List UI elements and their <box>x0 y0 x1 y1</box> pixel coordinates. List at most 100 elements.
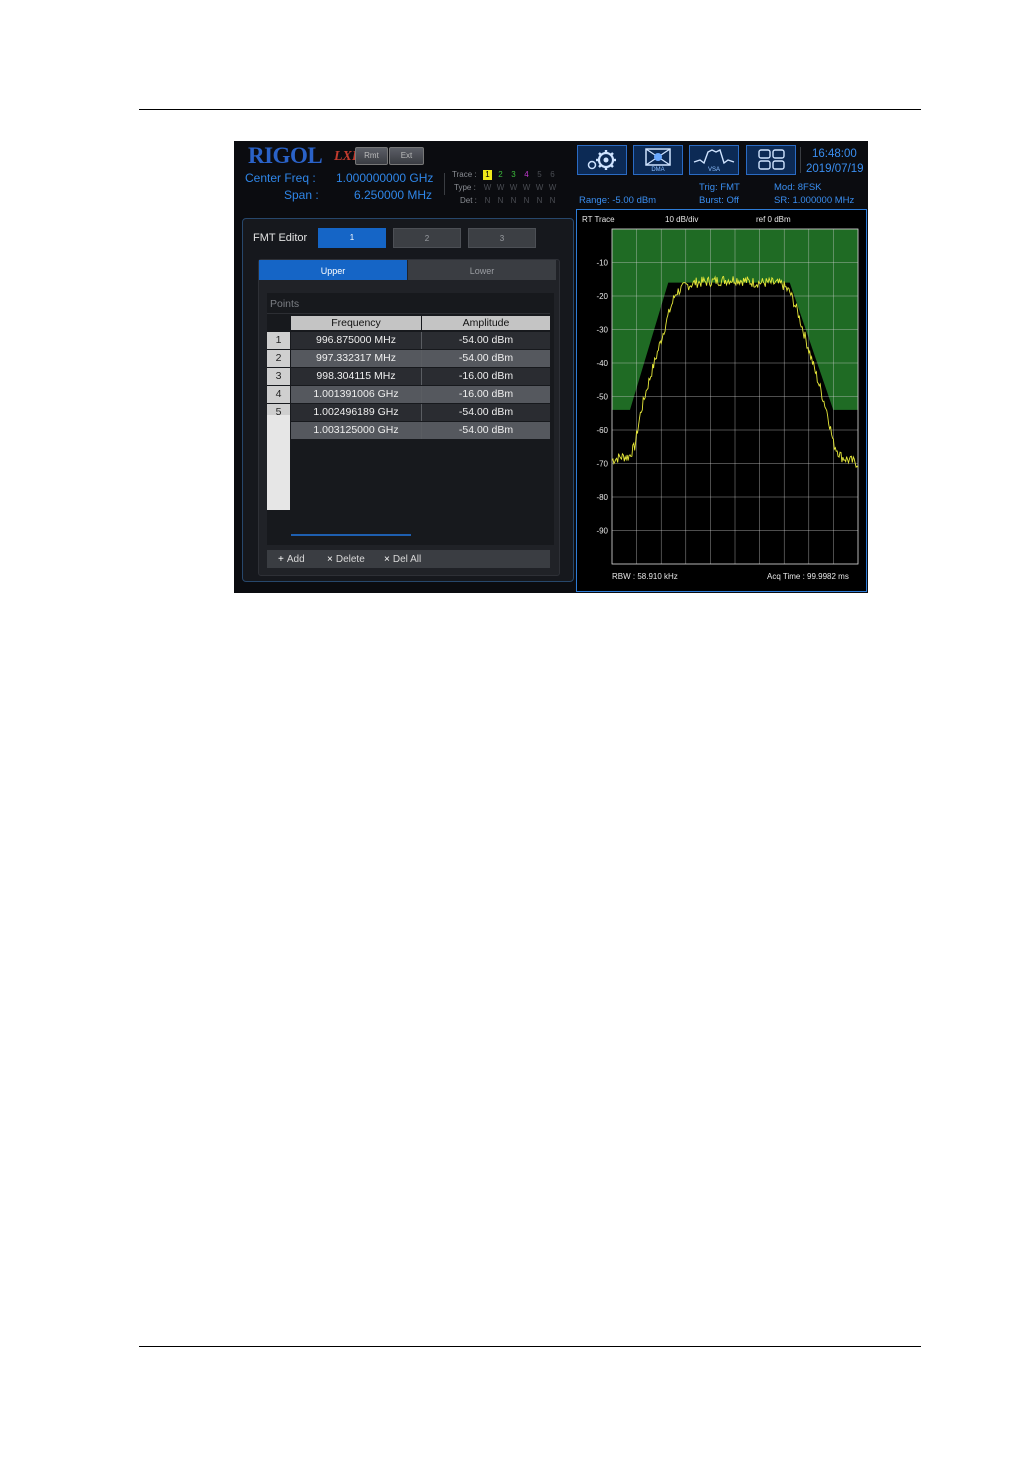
trace-3-indicator[interactable]: 3 <box>509 170 518 180</box>
table-row[interactable]: 1 996.875000 MHz -54.00 dBm <box>267 332 550 349</box>
row-number: 1 <box>267 332 290 349</box>
frequency-column-header: Frequency <box>291 316 421 330</box>
trace-type-value: W <box>509 183 518 192</box>
upper-tab[interactable]: Upper <box>259 260 407 280</box>
frequency-cell[interactable]: 998.304115 MHz <box>291 368 422 385</box>
dpx-label: DMA <box>651 167 665 173</box>
trace-det-value: N <box>497 196 504 205</box>
fmt-editor-panel: FMT Editor 1 2 3 Upper Lower Points Freq… <box>242 218 574 582</box>
row-number: 4 <box>267 386 290 403</box>
table-corner <box>267 316 290 330</box>
cross-icon: × <box>384 554 390 565</box>
trace-6-indicator[interactable]: 6 <box>548 170 557 180</box>
trace-2-indicator[interactable]: 2 <box>496 170 505 180</box>
ext-button[interactable]: Ext <box>389 147 424 165</box>
amplitude-cell[interactable]: -16.00 dBm <box>422 368 550 385</box>
trace-dets: NNNNNN <box>483 196 563 208</box>
points-label: Points <box>270 298 300 310</box>
del-all-button[interactable]: × Del All <box>384 551 421 567</box>
delete-button[interactable]: × Delete <box>327 551 365 567</box>
trace-type-value: W <box>496 183 505 192</box>
y-tick-label: -10 <box>596 259 608 268</box>
y-tick-label: -60 <box>596 426 608 435</box>
amplitude-cell[interactable]: -54.00 dBm <box>422 404 550 421</box>
span-value[interactable]: 6.250000 MHz <box>354 188 432 202</box>
sr-status: SR: 1.000000 MHz <box>774 195 855 206</box>
trace-1-indicator[interactable]: 1 <box>483 170 492 180</box>
center-freq-label: Center Freq : <box>245 171 316 185</box>
del-all-label: Del All <box>392 554 422 565</box>
row-number: 2 <box>267 350 290 367</box>
mod-status: Mod: 8FSK <box>774 182 822 193</box>
row-number: 3 <box>267 368 290 385</box>
y-tick-label: -20 <box>596 292 608 301</box>
add-button[interactable]: + Add <box>278 551 305 567</box>
acq-time-readout: Acq Time : 99.9982 ms <box>767 572 849 581</box>
amplitude-cell[interactable]: -54.00 dBm <box>422 422 550 439</box>
table-row[interactable]: 4 1.001391006 GHz -16.00 dBm <box>267 386 550 403</box>
points-button-bar: + Add × Delete × Del All <box>267 550 550 568</box>
settings-button[interactable] <box>577 145 627 175</box>
table-row[interactable]: 5 1.002496189 GHz -54.00 dBm <box>267 404 550 421</box>
lxi-logo: LXI <box>334 149 358 164</box>
trace-5-indicator[interactable]: 5 <box>535 170 544 180</box>
table-row[interactable]: 2 997.332317 MHz -54.00 dBm <box>267 350 550 367</box>
mask-editor-body: Upper Lower Points Frequency Amplitude 1… <box>258 259 560 576</box>
frequency-cell[interactable]: 1.002496189 GHz <box>291 404 422 421</box>
trace-type-value: W <box>483 183 492 192</box>
table-scrollbar[interactable] <box>291 534 411 536</box>
amplitude-cell[interactable]: -16.00 dBm <box>422 386 550 403</box>
frequency-cell[interactable]: 1.003125000 GHz <box>291 422 422 439</box>
page-bottom-rule <box>139 1346 921 1347</box>
instrument-screen: RIGOL LXI Rmt Ext Center Freq : 1.000000… <box>234 141 868 593</box>
layout-button[interactable] <box>746 145 796 175</box>
add-label: Add <box>286 554 305 565</box>
points-divider <box>267 313 550 314</box>
tab-mask-2[interactable]: 2 <box>393 228 461 248</box>
trace-label: Trace : <box>452 170 477 179</box>
frequency-cell[interactable]: 996.875000 MHz <box>291 332 422 349</box>
fmt-editor-title: FMT Editor <box>253 232 308 244</box>
clock-time: 16:48:00 <box>812 148 857 160</box>
trace-types: WWWWWW <box>483 183 563 195</box>
spectrum-chart: -10 -20 -30 -40 -50 -60 -70 -80 -90 <box>596 228 859 565</box>
trace-type-value: W <box>535 183 544 192</box>
trace-4-indicator[interactable]: 4 <box>522 170 531 180</box>
tab-mask-1[interactable]: 1 <box>318 228 386 248</box>
trace-det-value: N <box>536 196 543 205</box>
y-tick-label: -30 <box>596 326 608 335</box>
frequency-cell[interactable]: 997.332317 MHz <box>291 350 422 367</box>
cross-icon: × <box>327 554 333 565</box>
trace-type-value: W <box>522 183 531 192</box>
rbw-readout: RBW : 58.910 kHz <box>612 572 678 581</box>
row-number-strip <box>267 415 290 510</box>
dpx-button[interactable]: DMA <box>633 145 683 175</box>
points-table-container: Points Frequency Amplitude 1 996.875000 M… <box>267 293 554 545</box>
table-row[interactable]: 3 998.304115 MHz -16.00 dBm <box>267 368 550 385</box>
tab-mask-3[interactable]: 3 <box>468 228 536 248</box>
y-tick-label: -80 <box>596 493 608 502</box>
y-tick-label: -70 <box>596 460 608 469</box>
vsa-label: VSA <box>707 167 720 173</box>
y-tick-label: -90 <box>596 527 608 536</box>
settings-icon <box>587 150 616 170</box>
rt-trace-panel[interactable]: RT Trace 10 dB/div ref 0 dBm -10 -20 -30 -4… <box>576 209 867 592</box>
vsa-button[interactable]: VSA <box>689 145 739 175</box>
center-freq-value[interactable]: 1.000000000 GHz <box>336 171 433 185</box>
y-tick-label: -50 <box>596 393 608 402</box>
trace-selector[interactable]: 123456 <box>483 170 563 182</box>
delete-label: Delete <box>335 554 365 565</box>
trace-det-value: N <box>484 196 491 205</box>
lower-tab[interactable]: Lower <box>408 260 556 280</box>
amplitude-cell[interactable]: -54.00 dBm <box>422 350 550 367</box>
rmt-button[interactable]: Rmt <box>355 147 388 165</box>
trig-status: Trig: FMT <box>699 182 740 193</box>
clock-date: 2019/07/19 <box>806 163 864 175</box>
icon-divider <box>800 147 801 173</box>
table-row[interactable]: 61.003125000 GHz-54.00 dBm <box>267 422 550 439</box>
amplitude-cell[interactable]: -54.00 dBm <box>422 332 550 349</box>
range-status: Range: -5.00 dBm <box>579 195 657 206</box>
frequency-cell[interactable]: 1.001391006 GHz <box>291 386 422 403</box>
amplitude-column-header: Amplitude <box>422 316 550 330</box>
trace-type-value: W <box>548 183 557 192</box>
